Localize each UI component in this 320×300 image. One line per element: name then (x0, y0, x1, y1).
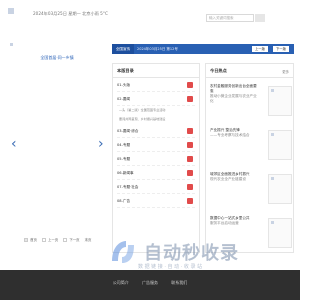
watermark-text: 自动秒收录 (144, 243, 239, 264)
search-button[interactable] (255, 14, 265, 22)
pager-next[interactable]: 下一页 (69, 237, 79, 242)
news-thumbnail[interactable] (268, 130, 292, 160)
list-item-label[interactable]: 05-专题 (117, 157, 130, 161)
image-placeholder-icon (271, 221, 274, 224)
list-item[interactable]: 07-专题·社会 (117, 180, 195, 194)
chevron-right-icon[interactable]: › (98, 137, 104, 151)
list-item-label[interactable]: 02-要闻 (117, 97, 130, 101)
image-slider: 全国首届·同一乡镇 ‹ › 首页 上一页 下一页 末页 (6, 39, 108, 249)
list-item-sub[interactable]: 要闻共同呈现、乡村振兴基地建设 (117, 115, 195, 124)
news-title[interactable]: 数据中心一站式乡里公共 (210, 216, 250, 220)
news-thumbnail[interactable] (268, 86, 292, 116)
slider-caption[interactable]: 全国首届·同一乡镇 (6, 55, 108, 61)
pdf-icon[interactable] (187, 156, 193, 162)
list-item[interactable]: 06-新闻事 (117, 166, 195, 180)
news-sub: 服务平台启动运营 (210, 221, 239, 225)
image-placeholder-icon (271, 133, 274, 136)
list-item-sub[interactable]: —头（第二版）全国范围专业活动 (117, 106, 195, 115)
news-item[interactable]: 城郊区全面推进乡村振兴 现代农业全产业链建设 (210, 168, 292, 212)
pager-box-next[interactable] (63, 238, 68, 242)
logo[interactable] (8, 8, 14, 14)
pdf-icon[interactable] (187, 184, 193, 190)
watermark-logo-icon (112, 241, 134, 263)
contents-title: 本版目录 (117, 68, 134, 73)
contents-panel: 本版目录 01-头版 02-要闻 —头（第二版）全国范围专业活动 要闻共同呈现、… (112, 63, 200, 253)
next-edition-button[interactable]: 下一版 (273, 46, 289, 52)
hot-news-title: 今日热点 (210, 68, 227, 73)
list-item-label[interactable]: 01-头版 (117, 83, 130, 87)
hot-news-list: 农村金融服务创新出台全面要惠 推动小微企业发展与农业产业化 产业振兴 整治先锋 ——… (206, 78, 293, 258)
slider-image[interactable] (10, 43, 13, 46)
pdf-icon[interactable] (187, 128, 193, 134)
edition-nav: 全国宣传 2024年03月25日 第12号 上一版 下一版 (112, 44, 294, 54)
pdf-icon[interactable] (187, 96, 193, 102)
pdf-icon[interactable] (187, 142, 193, 148)
slider-pager: 首页 上一页 下一页 末页 (24, 237, 95, 242)
footer-link-about[interactable]: 公司简介 (113, 280, 129, 285)
edition-title: 2024年03月25日 第12号 (137, 47, 178, 51)
footer-link-contact[interactable]: 联系我们 (171, 280, 187, 285)
news-title[interactable]: 城郊区全面推进乡村振兴 (210, 172, 250, 176)
image-placeholder-icon (271, 177, 274, 180)
contents-header: 本版目录 (113, 64, 199, 78)
pdf-icon[interactable] (187, 82, 193, 88)
page: 2024年03月25日 星期一 北京小雨 5°C 输入关键词搜索 全国首届·同一… (0, 0, 300, 300)
image-placeholder-icon (271, 89, 274, 92)
news-sub: 推动小微企业发展与农业产业化 (210, 94, 257, 103)
list-item-label[interactable]: 08-广告 (117, 199, 130, 203)
list-item[interactable]: 04-专题 (117, 138, 195, 152)
pager-first[interactable]: 首页 (30, 237, 37, 242)
news-sub: ——专业考察与技术结合 (210, 133, 250, 137)
news-text[interactable]: 产业振兴 整治先锋 ——专业考察与技术结合 (210, 128, 260, 138)
pdf-icon[interactable] (187, 198, 193, 204)
list-item[interactable]: 03-要闻·综合 (117, 124, 195, 138)
news-item[interactable]: 农村金融服务创新出台全面要惠 推动小微企业发展与农业产业化 (210, 80, 292, 124)
chevron-left-icon[interactable]: ‹ (11, 137, 17, 151)
list-item[interactable]: 08-广告 (117, 194, 195, 208)
news-title[interactable]: 农村金融服务创新出台全面要惠 (210, 84, 257, 93)
list-item-label[interactable]: 03-要闻·综合 (117, 129, 138, 133)
pager-box-prev[interactable] (41, 238, 46, 242)
news-text[interactable]: 农村金融服务创新出台全面要惠 推动小微企业发展与农业产业化 (210, 84, 260, 104)
hot-news-header: 今日热点 更多 (206, 64, 293, 78)
contents-list: 01-头版 02-要闻 —头（第二版）全国范围专业活动 要闻共同呈现、乡村振兴基… (113, 78, 199, 208)
pager-box-first[interactable] (24, 238, 28, 242)
news-thumbnail[interactable] (268, 174, 292, 204)
more-link[interactable]: 更多 (282, 69, 289, 74)
list-item-label[interactable]: 04-专题 (117, 143, 130, 147)
list-item[interactable]: 02-要闻 (117, 92, 195, 106)
news-text[interactable]: 数据中心一站式乡里公共 服务平台启动运营 (210, 216, 260, 226)
footer: 公司简介 广告服务 联系我们 (0, 270, 300, 300)
news-item[interactable]: 产业振兴 整治先锋 ——专业考察与技术结合 (210, 124, 292, 168)
tab-national[interactable]: 全国宣传 (112, 44, 134, 54)
watermark-subtext: 数 据 链 接 · 自 动 · 收 录 站 (138, 264, 203, 270)
pager-prev[interactable]: 上一页 (48, 237, 58, 242)
list-item[interactable]: 01-头版 (117, 78, 195, 92)
news-title[interactable]: 产业振兴 整治先锋 (210, 128, 240, 132)
footer-link-ads[interactable]: 广告服务 (142, 280, 158, 285)
pdf-icon[interactable] (187, 170, 193, 176)
list-item[interactable]: 05-专题 (117, 152, 195, 166)
footer-links: 公司简介 广告服务 联系我们 (0, 280, 300, 286)
news-text[interactable]: 城郊区全面推进乡村振兴 现代农业全产业链建设 (210, 172, 260, 182)
prev-edition-button[interactable]: 上一版 (252, 46, 268, 52)
date-bar: 2024年03月25日 星期一 北京小雨 5°C (33, 11, 108, 16)
search-input[interactable]: 输入关键词搜索 (206, 14, 254, 22)
hot-news-panel: 今日热点 更多 农村金融服务创新出台全面要惠 推动小微企业发展与农业产业化 产业振… (205, 63, 294, 253)
pager-last[interactable]: 末页 (85, 237, 92, 242)
news-sub: 现代农业全产业链建设 (210, 177, 246, 181)
list-item-label[interactable]: 06-新闻事 (117, 171, 134, 175)
list-item-label[interactable]: 07-专题·社会 (117, 185, 138, 189)
